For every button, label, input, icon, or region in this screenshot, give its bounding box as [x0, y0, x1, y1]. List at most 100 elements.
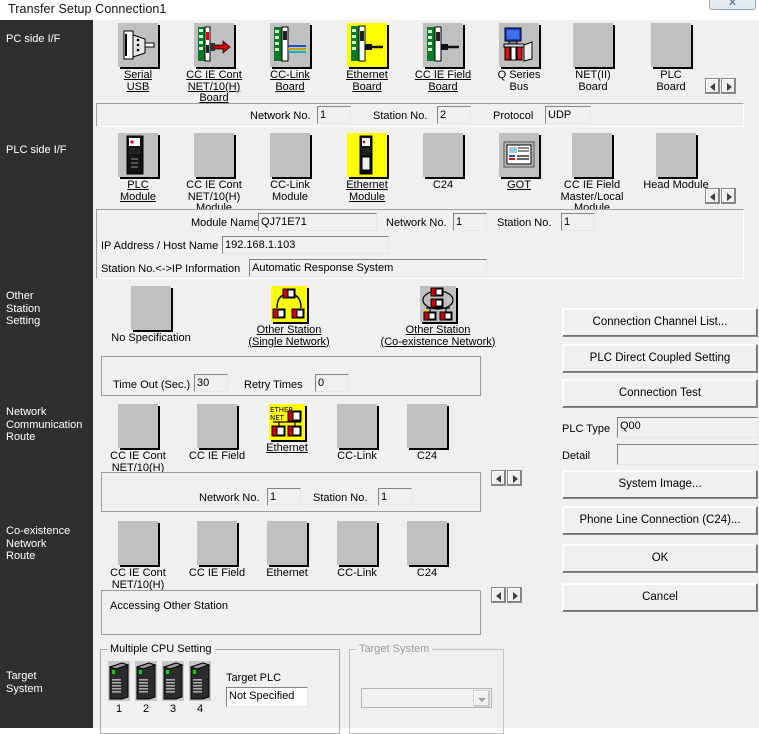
pc-side-scroll-buttons[interactable]: [705, 78, 736, 94]
pc-icon-cc-ie-field-board[interactable]: CC IE Field Board: [410, 23, 476, 93]
coex-c24-icon[interactable]: [407, 521, 447, 565]
plc-side-scroll-buttons[interactable]: [705, 188, 736, 204]
other-station-single-network-icon[interactable]: [271, 286, 307, 322]
coexistence-route-scroll-buttons[interactable]: [491, 587, 522, 603]
network-route-scroll-buttons[interactable]: [491, 470, 522, 486]
plc-module-icon[interactable]: [118, 133, 158, 177]
coex-icon-cc-link[interactable]: CC-Link: [326, 521, 388, 580]
route-cc-ie-field-icon[interactable]: [197, 404, 237, 448]
retry-times-input[interactable]: 0: [315, 374, 349, 392]
cc-ie-cont-board-icon[interactable]: [194, 23, 234, 67]
coex-icon-cc-ie-field[interactable]: CC IE Field: [181, 521, 253, 580]
coex-cc-link-icon[interactable]: [337, 521, 377, 565]
pc-icon-plc-board[interactable]: PLC Board: [641, 23, 701, 93]
cpu-slot-1[interactable]: 1: [108, 661, 130, 715]
cpu-slot-3[interactable]: 3: [162, 661, 184, 715]
cc-ie-cont-module-icon[interactable]: [194, 133, 234, 177]
network-route-scroll-left-button[interactable]: [491, 470, 506, 486]
got-icon[interactable]: [499, 133, 539, 177]
system-image-button[interactable]: System Image...: [562, 470, 758, 499]
plc-icon-cc-link-module[interactable]: CC-Link Module: [260, 133, 320, 203]
detail-input[interactable]: [617, 444, 758, 465]
ethernet-module-icon[interactable]: [347, 133, 387, 177]
plc-direct-coupled-setting-button[interactable]: PLC Direct Coupled Setting: [562, 344, 758, 373]
serial-usb-icon[interactable]: [118, 23, 158, 67]
plc-icon-cc-ie-field-master[interactable]: CC IE Field Master/Local Module: [556, 133, 628, 215]
cc-link-board-icon[interactable]: [270, 23, 310, 67]
pc-protocol-input[interactable]: UDP: [545, 106, 591, 124]
cc-ie-field-board-icon[interactable]: [423, 23, 463, 67]
other-station-coexistence-network-icon[interactable]: [420, 286, 456, 322]
station-ip-info-input[interactable]: Automatic Response System: [249, 259, 487, 277]
pc-icon-serial-usb[interactable]: Serial USB: [108, 23, 168, 93]
c24-module-icon[interactable]: [423, 133, 463, 177]
plc-icon-head-module[interactable]: Head Module: [638, 133, 714, 192]
cpu-slot-2[interactable]: 2: [135, 661, 157, 715]
pc-network-no-input[interactable]: 1: [317, 106, 351, 124]
plc-icon-c24[interactable]: C24: [410, 133, 476, 192]
coex-icon-ethernet[interactable]: Ethernet: [256, 521, 318, 580]
plc-icon-got[interactable]: GOT: [489, 133, 549, 192]
pc-icon-ethernet-board[interactable]: Ethernet Board: [336, 23, 398, 93]
ip-address-input[interactable]: 192.168.1.103: [222, 236, 389, 254]
pc-icon-cc-link-board[interactable]: CC-Link Board: [260, 23, 320, 93]
other-station-no-specification[interactable]: No Specification: [101, 286, 201, 345]
plc-board-icon[interactable]: [651, 23, 691, 67]
plc-icon-plc-module[interactable]: PLC Module: [108, 133, 168, 203]
connection-test-button[interactable]: Connection Test: [562, 379, 758, 408]
route-ethernet-icon[interactable]: ETHER NET: [269, 404, 305, 440]
plc-icon-cc-ie-cont-module[interactable]: CC IE Cont NET/10(H) Module: [178, 133, 250, 215]
module-name-input[interactable]: QJ71E71: [258, 213, 377, 231]
pc-icon-q-series-bus[interactable]: Q Series Bus: [489, 23, 549, 93]
route-icon-ethernet[interactable]: ETHER NET Ethernet: [256, 404, 318, 455]
network-route-scroll-right-button[interactable]: [507, 470, 522, 486]
plc-station-no-input[interactable]: 1: [561, 213, 595, 231]
route-network-no-input[interactable]: 1: [267, 488, 301, 506]
target-plc-value[interactable]: Not Specified: [226, 687, 308, 707]
coexistence-route-scroll-right-button[interactable]: [507, 587, 522, 603]
connection-channel-list-button[interactable]: Connection Channel List...: [562, 308, 758, 337]
route-icon-cc-ie-cont[interactable]: CC IE Cont NET/10(H): [102, 404, 174, 474]
plc-network-no-input[interactable]: 1: [453, 213, 487, 231]
cpu-slot-4[interactable]: 4: [189, 661, 211, 715]
plc-type-input[interactable]: Q00: [617, 417, 758, 438]
pc-station-no-input[interactable]: 2: [437, 106, 471, 124]
ok-button[interactable]: OK: [562, 544, 758, 573]
q-series-bus-icon[interactable]: [499, 23, 539, 67]
coex-ethernet-icon[interactable]: [267, 521, 307, 565]
close-icon[interactable]: ✕: [709, 0, 756, 10]
head-module-icon[interactable]: [656, 133, 696, 177]
pc-icon-cc-ie-cont-board[interactable]: CC IE Cont NET/10(H) Board: [178, 23, 250, 105]
plc-side-scroll-left-button[interactable]: [705, 188, 720, 204]
cc-link-module-icon[interactable]: [270, 133, 310, 177]
timeout-input[interactable]: 30: [194, 374, 228, 392]
route-c24-icon[interactable]: [407, 404, 447, 448]
coexistence-route-scroll-left-button[interactable]: [491, 587, 506, 603]
ethernet-board-icon[interactable]: [347, 23, 387, 67]
phone-line-connection-button[interactable]: Phone Line Connection (C24)...: [562, 506, 758, 535]
route-icon-cc-ie-field[interactable]: CC IE Field: [181, 404, 253, 463]
pc-icon-net2-board[interactable]: NET(II) Board: [563, 23, 623, 93]
plc-icon-ethernet-module[interactable]: Ethernet Module: [336, 133, 398, 203]
coex-cc-ie-cont-icon[interactable]: [118, 521, 158, 565]
cancel-button[interactable]: Cancel: [562, 583, 758, 612]
target-system-combo[interactable]: [361, 688, 492, 708]
coex-cc-ie-field-icon[interactable]: [197, 521, 237, 565]
other-station-coexistence-network[interactable]: Other Station (Co-existence Network): [368, 286, 508, 348]
coex-label-c24: C24: [416, 567, 438, 579]
coex-icon-cc-ie-cont[interactable]: CC IE Cont NET/10(H): [102, 521, 174, 591]
other-station-single-network[interactable]: Other Station (Single Network): [234, 286, 344, 348]
pc-side-scroll-right-button[interactable]: [721, 78, 736, 94]
cc-ie-field-master-icon[interactable]: [572, 133, 612, 177]
route-cc-link-icon[interactable]: [337, 404, 377, 448]
route-icon-c24[interactable]: C24: [396, 404, 458, 463]
route-station-no-input[interactable]: 1: [378, 488, 412, 506]
no-specification-icon[interactable]: [131, 286, 171, 330]
plc-side-scroll-right-button[interactable]: [721, 188, 736, 204]
chevron-down-icon[interactable]: [473, 690, 490, 707]
net2-board-icon[interactable]: [573, 23, 613, 67]
coex-icon-c24[interactable]: C24: [396, 521, 458, 580]
pc-side-scroll-left-button[interactable]: [705, 78, 720, 94]
route-cc-ie-cont-icon[interactable]: [118, 404, 158, 448]
route-icon-cc-link[interactable]: CC-Link: [326, 404, 388, 463]
